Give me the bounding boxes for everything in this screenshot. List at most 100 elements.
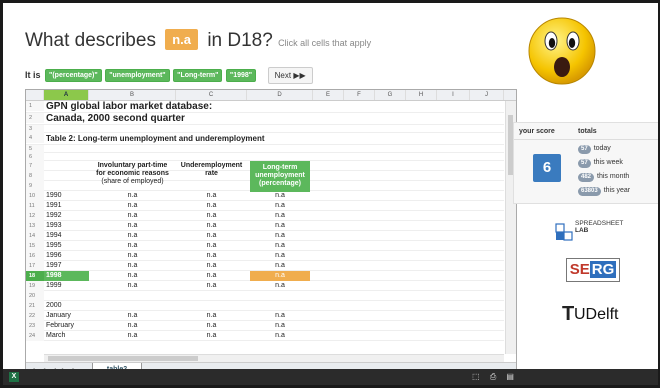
cell-d[interactable]: n.a — [250, 261, 310, 271]
col-c-header-line2[interactable]: rate — [176, 170, 247, 180]
sheet-row[interactable]: 4 Table 2: Long-term unemployment and und… — [26, 133, 504, 145]
sheet-row[interactable]: 1 GPN global labor market database: — [26, 101, 504, 113]
cell-a[interactable]: 2000 — [46, 301, 62, 311]
cell-c[interactable]: n.a — [176, 241, 247, 251]
sheet-row[interactable]: 6 — [26, 153, 504, 161]
table-row[interactable]: 15 1995 n.a n.a n.a — [26, 241, 504, 251]
cell-a[interactable]: 1990 — [46, 191, 62, 201]
column-header-e[interactable]: E — [313, 90, 344, 100]
cell-a[interactable]: January — [46, 311, 71, 321]
cell-b[interactable]: n.a — [89, 271, 176, 281]
cell-c[interactable]: n.a — [176, 191, 247, 201]
next-button[interactable]: Next ▶▶ — [267, 67, 313, 84]
table-row[interactable]: 22 January n.a n.a n.a — [26, 311, 504, 321]
answer-tag[interactable]: "1998" — [225, 69, 257, 82]
column-header-d[interactable]: D — [247, 90, 313, 100]
cell-b[interactable]: n.a — [89, 331, 176, 341]
sheet-row[interactable]: 2 Canada, 2000 second quarter — [26, 113, 504, 125]
cell-d[interactable]: n.a — [250, 331, 310, 341]
cell-c[interactable]: n.a — [176, 231, 247, 241]
cell-d[interactable]: n.a — [250, 321, 310, 331]
table-row[interactable]: 14 1994 n.a n.a n.a — [26, 231, 504, 241]
table-row[interactable]: 21 2000 — [26, 301, 504, 311]
selected-cell-a18[interactable]: 1998 — [44, 271, 89, 281]
sheet-row[interactable]: 5 — [26, 145, 504, 153]
cell-b[interactable] — [89, 291, 176, 301]
target-cell-d18[interactable]: n.a — [250, 271, 310, 281]
cell-b[interactable]: n.a — [89, 261, 176, 271]
cell-a[interactable]: 1993 — [46, 221, 62, 231]
cell-c[interactable] — [176, 291, 247, 301]
cell-a[interactable]: 1994 — [46, 231, 62, 241]
cell-d[interactable]: n.a — [250, 251, 310, 261]
cell-d[interactable]: n.a — [250, 201, 310, 211]
cell-b[interactable]: n.a — [89, 201, 176, 211]
cell-d[interactable]: n.a — [250, 231, 310, 241]
col-b-header-line3[interactable]: (share of employed) — [89, 178, 176, 188]
cell-b[interactable]: n.a — [89, 281, 176, 291]
column-header-g[interactable]: G — [375, 90, 406, 100]
cell-c[interactable]: n.a — [176, 201, 247, 211]
spreadsheet[interactable]: A B C D E F G H I J 1 GPN global labor ma… — [25, 89, 517, 381]
cell-c[interactable]: n.a — [176, 211, 247, 221]
cell-d[interactable]: n.a — [250, 241, 310, 251]
cell-a[interactable]: 1996 — [46, 251, 62, 261]
corner-cell[interactable] — [26, 90, 44, 100]
column-header-j[interactable]: J — [470, 90, 504, 100]
horizontal-scroll-thumb[interactable] — [48, 356, 198, 361]
cell-b[interactable]: n.a — [89, 251, 176, 261]
cell-c[interactable]: n.a — [176, 311, 247, 321]
column-header-a[interactable]: A — [44, 90, 89, 100]
table-row[interactable]: 12 1992 n.a n.a n.a — [26, 211, 504, 221]
cell-b[interactable]: n.a — [89, 321, 176, 331]
cell-b[interactable]: n.a — [89, 211, 176, 221]
column-header-h[interactable]: H — [406, 90, 437, 100]
cell-b[interactable]: n.a — [89, 311, 176, 321]
sheet-grid[interactable]: 1 GPN global labor market database: 2 Cana… — [26, 101, 504, 354]
column-header-f[interactable]: F — [344, 90, 375, 100]
cell-c[interactable]: n.a — [176, 281, 247, 291]
cell-c[interactable]: n.a — [176, 261, 247, 271]
answer-tag[interactable]: "(percentage)" — [45, 69, 102, 82]
sheet-title-1[interactable]: GPN global labor market database: — [46, 101, 212, 112]
table-row[interactable]: 16 1996 n.a n.a n.a — [26, 251, 504, 261]
cell-d[interactable]: n.a — [250, 281, 310, 291]
column-header-c[interactable]: C — [176, 90, 247, 100]
cell-c[interactable]: n.a — [176, 251, 247, 261]
cell-a[interactable]: 1992 — [46, 211, 62, 221]
table-title[interactable]: Table 2: Long-term unemployment and unde… — [46, 133, 265, 143]
table-row[interactable]: 17 1997 n.a n.a n.a — [26, 261, 504, 271]
cell-c[interactable] — [176, 301, 247, 311]
cell-d[interactable]: n.a — [250, 311, 310, 321]
status-icons[interactable]: ⬚ ⎙ ▤ — [472, 372, 518, 382]
table-row[interactable]: 18 1998 n.a n.a n.a — [26, 271, 504, 281]
cell-a[interactable]: 1999 — [46, 281, 62, 291]
cell-c[interactable]: n.a — [176, 331, 247, 341]
answer-tag[interactable]: "Long-term" — [173, 69, 223, 82]
cell-d[interactable] — [250, 291, 310, 301]
cell-a[interactable]: 1991 — [46, 201, 62, 211]
cell-a[interactable]: 1997 — [46, 261, 62, 271]
table-row[interactable]: 10 1990 n.a n.a n.a — [26, 191, 504, 201]
column-header-i[interactable]: I — [437, 90, 470, 100]
cell-c[interactable]: n.a — [176, 271, 247, 281]
col-d-header-highlight[interactable]: Long-term unemployment (percentage) — [250, 161, 310, 192]
cell-c[interactable]: n.a — [176, 321, 247, 331]
table-row[interactable]: 13 1993 n.a n.a n.a — [26, 221, 504, 231]
cell-b[interactable]: n.a — [89, 191, 176, 201]
cell-b[interactable]: n.a — [89, 231, 176, 241]
table-row[interactable]: 24 March n.a n.a n.a — [26, 331, 504, 341]
cell-b[interactable]: n.a — [89, 221, 176, 231]
cell-c[interactable]: n.a — [176, 221, 247, 231]
answer-tag[interactable]: "unemployment" — [105, 69, 170, 82]
cell-a[interactable]: 1995 — [46, 241, 62, 251]
sheet-row[interactable]: 3 — [26, 125, 504, 133]
sheet-title-2[interactable]: Canada, 2000 second quarter — [46, 113, 185, 124]
cell-d[interactable]: n.a — [250, 221, 310, 231]
cell-a[interactable]: March — [46, 331, 65, 341]
table-row[interactable]: 11 1991 n.a n.a n.a — [26, 201, 504, 211]
table-row[interactable]: 23 February n.a n.a n.a — [26, 321, 504, 331]
cell-d[interactable]: n.a — [250, 191, 310, 201]
cell-b[interactable] — [89, 301, 176, 311]
table-row[interactable]: 19 1999 n.a n.a n.a — [26, 281, 504, 291]
